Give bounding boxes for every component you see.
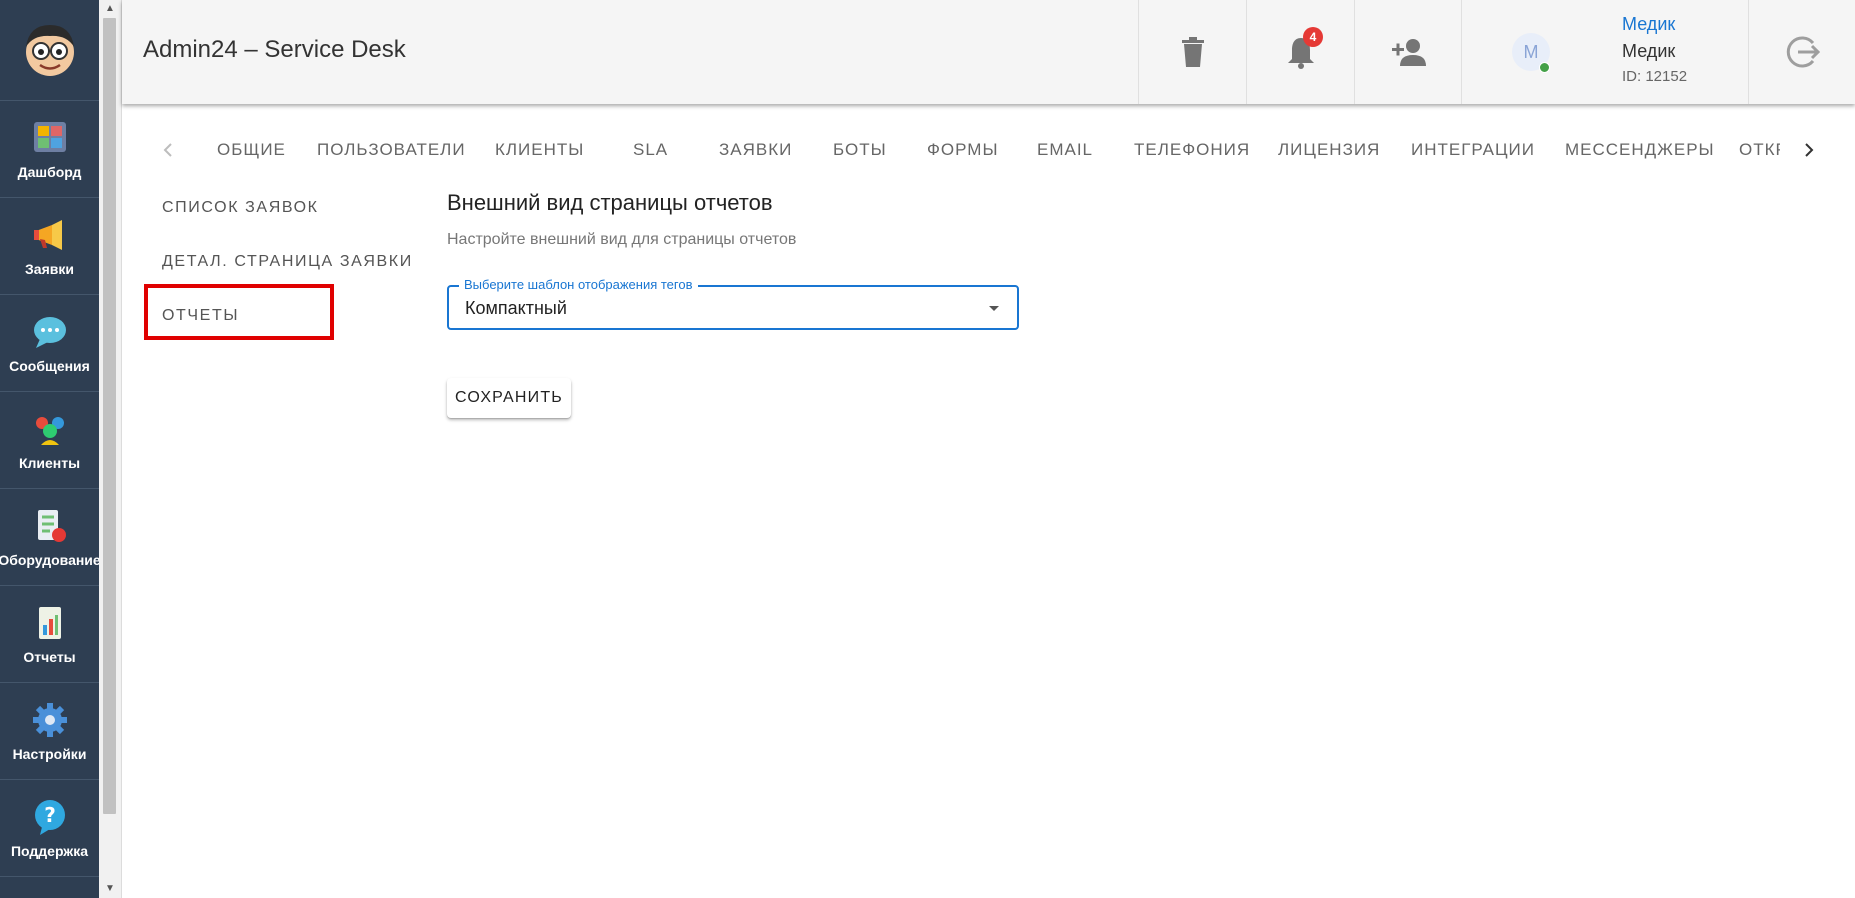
tab-license[interactable]: Лицензия [1278, 128, 1380, 172]
page-scrollbar[interactable]: ▲ ▼ [99, 0, 122, 898]
sidebar-item-label: Заявки [25, 261, 74, 277]
subnav-ticket-detail-page[interactable]: Детал. страница заявки [162, 253, 413, 271]
tag-template-select[interactable]: Выберите шаблон отображения тегов Компак… [447, 277, 1019, 330]
logout-icon [1786, 36, 1820, 68]
sidebar-item-support[interactable]: ? Поддержка [0, 780, 99, 877]
tab-email[interactable]: Email [1037, 128, 1093, 172]
tab-integrations[interactable]: Интеграции [1411, 128, 1535, 172]
sidebar-item-label: Поддержка [10, 843, 89, 859]
trash-button[interactable] [1138, 0, 1247, 104]
chat-bubble-icon [33, 317, 66, 348]
trash-icon [1182, 37, 1204, 67]
avatar-logo-icon [25, 25, 74, 76]
sidebar-item-messages[interactable]: Сообщения [0, 295, 99, 392]
online-status-indicator [1539, 62, 1550, 73]
scroll-up-arrow-icon[interactable]: ▲ [99, 0, 121, 18]
clients-icon [35, 417, 64, 445]
scroll-down-arrow-icon[interactable]: ▼ [99, 880, 121, 898]
sidebar-item-label: Оборудование [0, 552, 101, 568]
sidebar-item-clients[interactable]: Клиенты [0, 392, 99, 489]
subnav-reports[interactable]: Отчеты [162, 307, 239, 325]
sidebar-item-label: Дашборд [17, 164, 82, 180]
tab-bots[interactable]: Боты [833, 128, 887, 172]
svg-text:?: ? [44, 803, 56, 827]
sidebar-item-dashboard[interactable]: Дашборд [0, 101, 99, 198]
sidebar-item-label: Отчеты [23, 649, 76, 665]
sidebar-item-tickets[interactable]: Заявки [0, 198, 99, 295]
chevron-left-icon [163, 143, 172, 157]
tab-sla[interactable]: SLA [633, 128, 668, 172]
scrollbar-thumb[interactable] [103, 18, 116, 814]
tab-tickets[interactable]: Заявки [719, 128, 792, 172]
section-description: Настройте внешний вид для страницы отчет… [447, 231, 797, 248]
dropdown-arrow-icon [989, 306, 999, 311]
tabs-scroll-left-button[interactable] [148, 128, 188, 172]
tab-clients[interactable]: Клиенты [495, 128, 584, 172]
equipment-icon [37, 510, 66, 542]
save-button[interactable]: Сохранить [447, 378, 571, 418]
main-sidebar: Дашборд Заявки Сообщения Клиенты Оборудо… [0, 0, 101, 898]
logout-button[interactable] [1748, 0, 1855, 104]
megaphone-icon [33, 220, 62, 250]
add-user-button[interactable] [1354, 0, 1462, 104]
chevron-right-icon [1805, 143, 1814, 157]
user-id: ID: 12152 [1622, 68, 1688, 85]
user-profile-link[interactable]: Медик [1622, 14, 1675, 35]
dashboard-icon [33, 122, 66, 152]
tab-users[interactable]: Пользователи [317, 128, 466, 172]
sidebar-item-equipment[interactable]: Оборудование [0, 489, 101, 586]
logo[interactable] [0, 0, 99, 101]
section-title: Внешний вид страницы отчетов [447, 190, 773, 215]
subnav-ticket-list[interactable]: Список заявок [162, 199, 319, 217]
tabs-scroll-right-button[interactable] [1789, 128, 1829, 172]
app-title: Admin24 – Service Desk [143, 36, 406, 63]
user-name: Медик [1622, 41, 1676, 61]
sidebar-item-label: Сообщения [9, 358, 90, 374]
save-button-label: Сохранить [454, 389, 563, 406]
sidebar-item-reports[interactable]: Отчеты [0, 586, 99, 683]
tab-open[interactable]: Откр [1739, 128, 1780, 172]
gear-icon [32, 703, 67, 737]
tab-messengers[interactable]: Мессенджеры [1565, 128, 1715, 172]
sidebar-item-label: Настройки [12, 746, 87, 762]
tabs-viewport: Общие Пользователи Клиенты SLA Заявки Бо… [186, 128, 1780, 172]
notifications-button[interactable]: 4 [1246, 0, 1355, 104]
app-header: Admin24 – Service Desk 4 М Медик Медик I… [122, 0, 1855, 104]
user-profile[interactable]: М Медик Медик ID: 12152 [1461, 0, 1749, 104]
add-user-icon [1391, 39, 1426, 66]
select-value: Компактный [465, 298, 567, 318]
tab-telephony[interactable]: Телефония [1134, 128, 1250, 172]
report-icon [38, 607, 61, 639]
sidebar-item-label: Клиенты [18, 455, 81, 471]
sidebar-item-settings[interactable]: Настройки [0, 683, 99, 780]
tab-forms[interactable]: Формы [927, 128, 999, 172]
select-label: Выберите шаблон отображения тегов [459, 277, 698, 292]
notifications-badge: 4 [1303, 27, 1323, 47]
settings-tabs: Общие Пользователи Клиенты SLA Заявки Бо… [122, 128, 1855, 172]
help-icon: ? [34, 800, 65, 835]
tab-general[interactable]: Общие [217, 128, 286, 172]
